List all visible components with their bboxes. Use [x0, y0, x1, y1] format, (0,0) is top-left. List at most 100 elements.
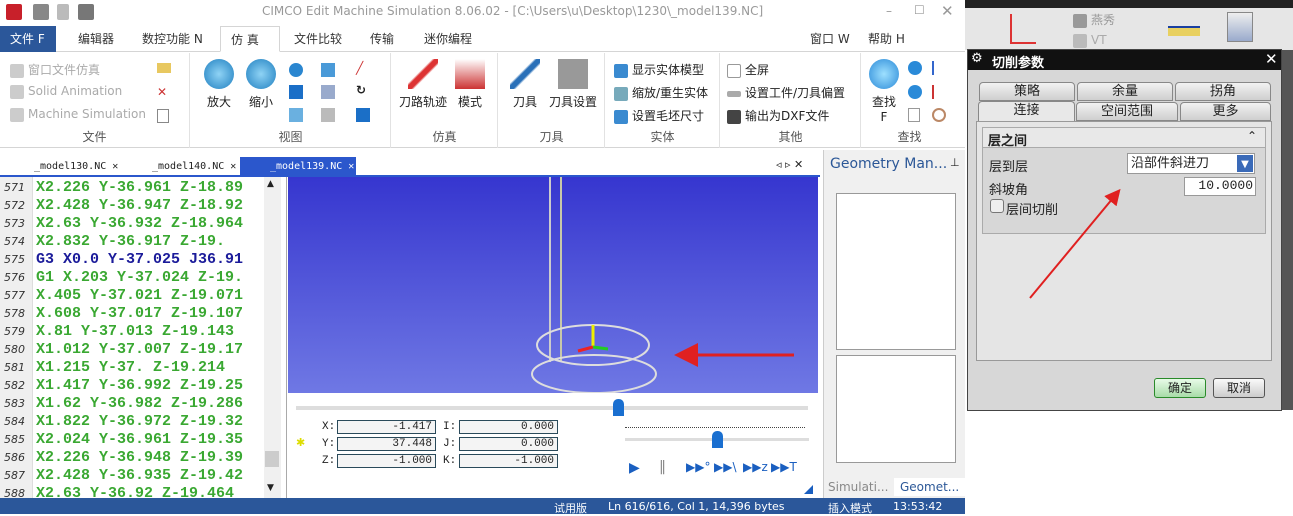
- view-iso-icon[interactable]: [289, 85, 303, 99]
- goto-down-icon[interactable]: [932, 61, 946, 75]
- yanxiu-button[interactable]: 燕秀: [1073, 11, 1115, 28]
- code-line[interactable]: X2.428 Y-36.935 Z-19.42: [36, 467, 243, 484]
- delete-icon[interactable]: ✕: [157, 85, 167, 99]
- step-point-icon[interactable]: ▶▶°: [686, 460, 710, 474]
- code-line[interactable]: G1 X.203 Y-37.024 Z-19.: [36, 269, 243, 286]
- code-line[interactable]: X.81 Y-37.013 Z-19.143: [36, 323, 234, 340]
- doc-tab-model140[interactable]: _model140.NC ✕: [122, 157, 240, 177]
- find-button[interactable]: 查找 F: [866, 59, 902, 124]
- nc-code-editor[interactable]: 571 X2.226 Y-36.961 Z-18.89 572 X2.428 Y-36…: [0, 177, 287, 498]
- code-line[interactable]: X1.62 Y-36.982 Z-19.286: [36, 395, 243, 412]
- doc-tab-model139[interactable]: _model139.NC ✕: [240, 157, 356, 177]
- dialog-close-button[interactable]: ✕: [1265, 50, 1278, 68]
- close-button[interactable]: ✕: [941, 2, 954, 20]
- tab-nav-arrows[interactable]: ◃ ▹ ✕: [776, 158, 803, 171]
- progress-slider-thumb[interactable]: [613, 399, 624, 416]
- step-tool-icon[interactable]: ▶▶\: [714, 460, 737, 474]
- tab-connections[interactable]: 连接: [978, 101, 1075, 122]
- print-icon[interactable]: [78, 4, 94, 20]
- play-icon[interactable]: ▶: [629, 460, 640, 476]
- undo-icon[interactable]: [57, 4, 69, 20]
- scroll-thumb[interactable]: [265, 451, 279, 467]
- code-line[interactable]: X2.226 Y-36.948 Z-19.39: [36, 449, 243, 466]
- code-line[interactable]: X2.63 Y-36.932 Z-18.964: [36, 215, 243, 232]
- toolpath-button[interactable]: 刀路轨迹: [396, 59, 450, 110]
- tool-setup-button[interactable]: 刀具设置: [545, 59, 601, 110]
- gauge-icon[interactable]: [932, 108, 946, 122]
- zoom-window-icon[interactable]: [289, 63, 303, 77]
- fullscreen-button[interactable]: 全屏: [727, 61, 769, 78]
- geometry-properties[interactable]: [836, 355, 956, 463]
- layer-to-layer-dropdown[interactable]: 沿部件斜进刀 ▼: [1127, 153, 1255, 174]
- code-line[interactable]: X1.822 Y-36.972 Z-19.32: [36, 413, 243, 430]
- folder-icon[interactable]: [157, 63, 171, 73]
- view-top-icon[interactable]: [289, 108, 303, 122]
- code-line[interactable]: X.405 Y-37.021 Z-19.071: [36, 287, 243, 304]
- close-tab-icon[interactable]: ✕: [230, 161, 236, 172]
- close-tab-icon[interactable]: ✕: [348, 161, 354, 172]
- csys-icon[interactable]: [1010, 14, 1036, 44]
- tab-transfer[interactable]: 传输: [360, 26, 404, 52]
- save-icon[interactable]: [33, 4, 49, 20]
- zoom-out-button[interactable]: 缩小: [241, 59, 281, 110]
- code-line[interactable]: G3 X0.0 Y-37.025 J36.91: [36, 251, 243, 268]
- pin-icon[interactable]: ⊥: [950, 156, 960, 169]
- group-header[interactable]: 层之间 ⌃: [983, 128, 1265, 149]
- tab-more[interactable]: 更多: [1180, 102, 1271, 121]
- code-line[interactable]: X2.428 Y-36.947 Z-18.92: [36, 197, 243, 214]
- step-z-icon[interactable]: ▶▶z: [743, 460, 768, 474]
- show-solid-model-button[interactable]: 显示实体模型: [614, 61, 704, 78]
- collapse-icon[interactable]: ⌃: [1247, 129, 1257, 143]
- zoom-in-button[interactable]: 放大: [199, 59, 239, 110]
- progress-slider[interactable]: [296, 406, 808, 410]
- code-line[interactable]: X1.215 Y-37. Z-19.214: [36, 359, 225, 376]
- set-offsets-button[interactable]: 设置工件/刀具偏置: [727, 84, 845, 101]
- tab-geometry-panel[interactable]: Geomet...: [894, 478, 966, 496]
- set-stock-size-button[interactable]: 设置毛坯尺寸: [614, 107, 704, 124]
- view-front-icon[interactable]: [321, 63, 335, 77]
- editor-scrollbar[interactable]: ▲ ▼: [264, 177, 281, 498]
- help-menu[interactable]: 帮助 H: [858, 26, 915, 52]
- maximize-button[interactable]: ☐: [914, 3, 925, 17]
- document-icon[interactable]: [157, 109, 169, 123]
- tab-editor[interactable]: 编辑器: [68, 26, 124, 52]
- tab-strategy[interactable]: 策略: [979, 82, 1075, 101]
- solid-animation-button[interactable]: Solid Animation: [10, 84, 122, 99]
- tab-file[interactable]: 文件 F: [0, 26, 56, 52]
- tab-simulation[interactable]: 仿 真: [220, 26, 280, 52]
- find-prev-icon[interactable]: [908, 85, 922, 99]
- code-line[interactable]: X.608 Y-37.017 Z-19.107: [36, 305, 243, 322]
- pause-icon[interactable]: ‖: [659, 459, 666, 475]
- export-dxf-button[interactable]: 输出为DXF文件: [727, 107, 829, 124]
- simulation-viewport[interactable]: [288, 177, 818, 394]
- measure-icon[interactable]: ╱: [356, 61, 363, 75]
- info-icon[interactable]: [1227, 12, 1253, 42]
- tab-file-compare[interactable]: 文件比较: [284, 26, 352, 52]
- view-back-icon[interactable]: [321, 108, 335, 122]
- speed-slider-thumb[interactable]: [712, 431, 723, 448]
- tab-stock[interactable]: 余量: [1077, 82, 1173, 101]
- tab-nc-functions[interactable]: 数控功能 N: [132, 26, 213, 52]
- interlayer-cut-checkbox[interactable]: [990, 199, 1004, 213]
- doc-tab-model130[interactable]: _model130.NC ✕: [4, 157, 122, 177]
- scroll-up-icon[interactable]: ▲: [267, 179, 274, 189]
- speed-scale[interactable]: [625, 418, 805, 428]
- replace-icon[interactable]: [908, 108, 920, 122]
- code-line[interactable]: X2.226 Y-36.961 Z-18.89: [36, 179, 243, 196]
- geometry-list[interactable]: [836, 193, 956, 350]
- goto-up-icon[interactable]: [932, 85, 946, 99]
- rotate-icon[interactable]: ↻: [356, 83, 366, 97]
- cancel-button[interactable]: 取消: [1213, 378, 1265, 398]
- ok-button[interactable]: 确定: [1154, 378, 1206, 398]
- mode-button[interactable]: 模式: [450, 59, 490, 110]
- ramp-angle-input[interactable]: 10.0000: [1184, 177, 1256, 196]
- view-side-icon[interactable]: [321, 85, 335, 99]
- shading-icon[interactable]: [356, 108, 370, 122]
- scroll-down-icon[interactable]: ▼: [267, 483, 274, 493]
- tool-button[interactable]: 刀具: [507, 59, 543, 110]
- code-line[interactable]: X2.63 Y-36.92 Z-19.464: [36, 485, 234, 498]
- machine-simulation-button[interactable]: Machine Simulation: [10, 107, 146, 122]
- measure-distance-icon[interactable]: [1168, 26, 1200, 36]
- tab-corners[interactable]: 拐角: [1175, 82, 1271, 101]
- window-menu[interactable]: 窗口 W: [800, 26, 860, 52]
